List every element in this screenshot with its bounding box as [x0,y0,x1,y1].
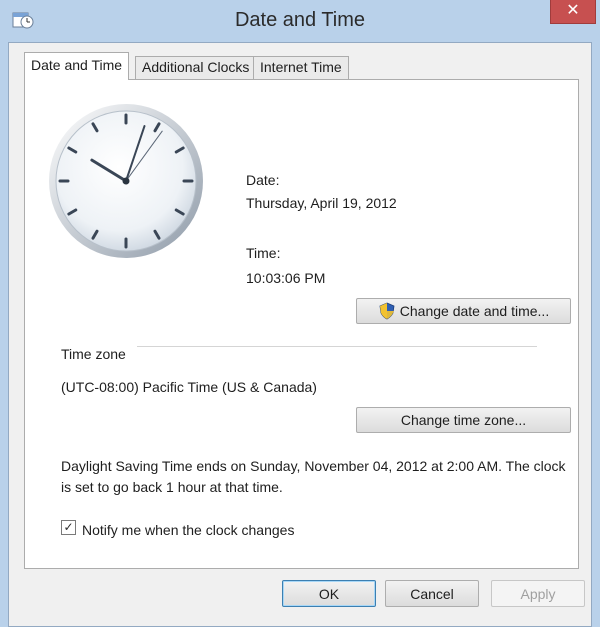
cancel-button[interactable]: Cancel [385,580,479,607]
close-button[interactable]: ✕ [550,0,596,24]
time-zone-section-label: Time zone [61,346,126,362]
window-title: Date and Time [234,9,366,31]
dialog-body: Date and Time Additional Clocks Internet… [8,42,592,627]
date-and-time-window: Date and Time ✕ Date and Time Additional… [0,0,600,627]
date-and-time-panel: Date: Thursday, April 19, 2012 Time: 10:… [24,79,579,569]
dst-notice: Daylight Saving Time ends on Sunday, Nov… [61,458,566,495]
change-time-zone-button[interactable]: Change time zone... [356,407,571,433]
notify-label[interactable]: Notify me when the clock changes [82,522,294,538]
time-value: 10:03:06 PM [246,270,326,286]
change-date-and-time-label: Change date and time... [399,303,550,319]
ok-button[interactable]: OK [282,580,376,607]
notify-checkbox[interactable]: ✓ [61,520,76,535]
tab-date-and-time[interactable]: Date and Time [24,52,130,80]
tab-additional-clocks[interactable]: Additional Clocks [135,56,257,79]
apply-button[interactable]: Apply [491,580,585,607]
change-time-zone-label: Change time zone... [400,412,527,428]
time-label: Time: [246,245,281,261]
time-zone-divider [137,346,537,347]
date-label: Date: [246,172,280,188]
time-zone-value: (UTC-08:00) Pacific Time (US & Canada) [61,379,317,395]
clock-center-pin [122,177,130,185]
date-value: Thursday, April 19, 2012 [246,195,397,211]
tab-internet-time[interactable]: Internet Time [253,56,349,79]
title-bar: Date and Time ✕ [0,0,600,42]
analog-clock [49,104,203,258]
uac-shield-icon [379,302,395,320]
change-date-and-time-button[interactable]: Change date and time... [356,298,571,324]
